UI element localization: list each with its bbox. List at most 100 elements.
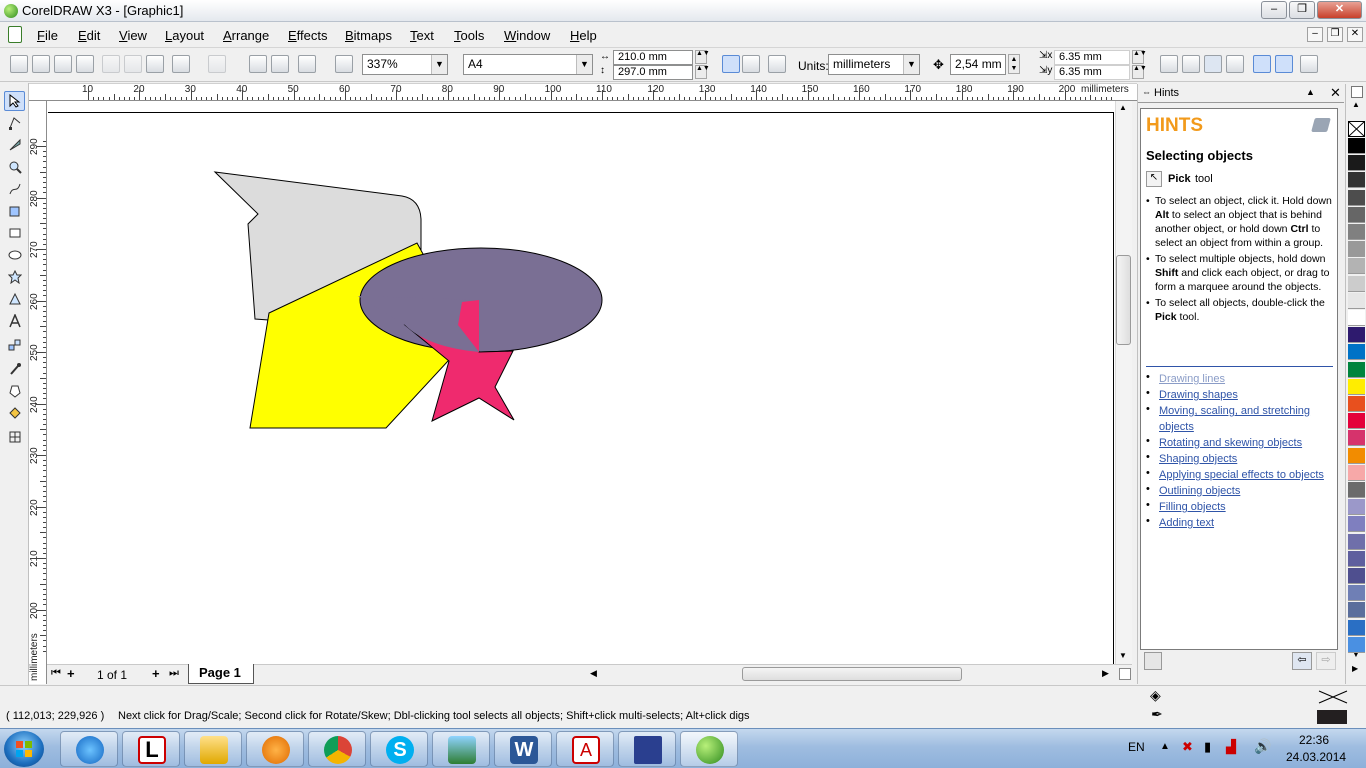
volume-icon[interactable]: 🔊 <box>1254 738 1271 755</box>
chevron-down-icon[interactable]: ▼ <box>903 55 919 74</box>
zoom-combo[interactable]: 337% ▼ <box>362 54 448 75</box>
cut-icon[interactable] <box>102 55 120 73</box>
taskbar-lingvo[interactable]: L <box>122 731 180 767</box>
document-icon[interactable] <box>8 26 22 43</box>
docker-close-icon[interactable]: ✕ <box>1330 85 1341 101</box>
color-swatch[interactable] <box>1348 533 1365 550</box>
hint-link[interactable]: Drawing shapes <box>1159 389 1238 401</box>
maximize-button[interactable]: ❐ <box>1289 1 1315 19</box>
color-swatch[interactable] <box>1348 482 1365 498</box>
taskbar-save[interactable] <box>618 731 676 767</box>
palette-flyout-icon[interactable] <box>1351 86 1363 98</box>
all-pages-icon[interactable] <box>768 55 786 73</box>
color-swatch[interactable] <box>1348 344 1365 361</box>
chevron-down-icon[interactable]: ▼ <box>431 55 447 74</box>
taskbar-coreldraw[interactable] <box>680 731 738 767</box>
hint-link[interactable]: Filling objects <box>1159 501 1226 513</box>
menu-help[interactable]: Help <box>570 28 597 43</box>
draw-options-icon[interactable] <box>1275 55 1293 73</box>
knife-tool-icon[interactable] <box>4 135 25 155</box>
interactive-fill-tool-icon[interactable] <box>4 427 25 447</box>
network-error-icon[interactable]: ✖ <box>1182 739 1193 755</box>
color-swatch[interactable] <box>1348 585 1365 602</box>
taskbar-skype[interactable]: S <box>370 731 428 767</box>
eyedropper-tool-icon[interactable] <box>4 359 25 379</box>
new-document-icon[interactable] <box>10 55 28 73</box>
first-page-icon[interactable]: ⏮ <box>51 667 61 680</box>
mdi-restore-button[interactable]: ❐ <box>1327 27 1343 42</box>
taskbar-photo-viewer[interactable] <box>432 731 490 767</box>
color-swatch[interactable] <box>1348 327 1365 344</box>
color-swatch[interactable] <box>1348 396 1365 412</box>
color-swatch[interactable] <box>1348 310 1365 326</box>
no-fill-swatch[interactable] <box>1348 121 1365 137</box>
menu-layout[interactable]: Layout <box>165 28 204 43</box>
color-swatch[interactable] <box>1348 224 1365 240</box>
color-swatch[interactable] <box>1348 138 1365 154</box>
paste-icon[interactable] <box>146 55 164 73</box>
dynamic-guides-icon[interactable] <box>1226 55 1244 73</box>
scroll-right-icon[interactable]: ▶ <box>1102 668 1109 679</box>
color-swatch[interactable] <box>1348 516 1365 533</box>
minimize-button[interactable]: ‒ <box>1261 1 1287 19</box>
hint-link[interactable]: Adding text <box>1159 517 1214 529</box>
duplicate-y-field[interactable]: 6.35 mm <box>1054 65 1130 80</box>
page-height-field[interactable]: 297.0 mm <box>613 65 693 80</box>
add-page-after-icon[interactable]: + <box>152 666 160 681</box>
import-icon[interactable] <box>249 55 267 73</box>
scroll-down-icon[interactable]: ▼ <box>1119 651 1127 660</box>
smart-fill-tool-icon[interactable] <box>4 201 25 221</box>
color-swatch[interactable] <box>1348 172 1365 189</box>
redo-icon[interactable] <box>208 55 226 73</box>
vertical-ruler[interactable]: 290 280 270 260 250 240 230 220 210 200 millimeter… <box>29 101 47 684</box>
color-swatch[interactable] <box>1348 499 1365 516</box>
color-swatch[interactable] <box>1348 619 1365 636</box>
color-swatch[interactable] <box>1348 258 1365 275</box>
signal-icon[interactable]: ▟ <box>1226 739 1236 755</box>
horizontal-scroll-thumb[interactable] <box>742 667 962 681</box>
menu-arrange[interactable]: Arrange <box>223 28 269 43</box>
polygon-tool-icon[interactable] <box>4 267 25 287</box>
drawing-canvas[interactable] <box>47 101 1115 664</box>
hint-home-icon[interactable] <box>1144 652 1162 670</box>
chevron-down-icon[interactable]: ▼ <box>576 55 592 74</box>
usb-icon[interactable]: ▮ <box>1204 739 1211 755</box>
outline-tool-icon[interactable] <box>4 381 25 401</box>
corel-online-icon[interactable] <box>335 55 353 73</box>
taskbar-ie[interactable] <box>60 731 118 767</box>
print-icon[interactable] <box>76 55 94 73</box>
clock-time[interactable]: 22:36 <box>1299 733 1329 747</box>
color-swatch[interactable] <box>1348 241 1365 258</box>
mdi-close-button[interactable]: ✕ <box>1347 27 1363 42</box>
freehand-tool-icon[interactable] <box>4 179 25 199</box>
taskbar-explorer[interactable] <box>184 731 242 767</box>
clock-date[interactable]: 24.03.2014 <box>1286 750 1346 764</box>
export-icon[interactable] <box>271 55 289 73</box>
hint-link[interactable]: Moving, scaling, and stretching objects <box>1159 405 1310 433</box>
menu-window[interactable]: Window <box>504 28 550 43</box>
nudge-field[interactable]: 2,54 mm <box>950 54 1006 75</box>
coreldraw-app-icon[interactable] <box>4 4 18 18</box>
vertical-scroll-thumb[interactable] <box>1116 255 1131 345</box>
taskbar-media-player[interactable] <box>246 731 304 767</box>
taskbar-chrome[interactable] <box>308 731 366 767</box>
color-swatch[interactable] <box>1348 206 1365 223</box>
snap-objects-icon[interactable] <box>1204 55 1222 73</box>
text-tool-icon[interactable] <box>4 311 25 331</box>
hint-link[interactable]: Rotating and skewing objects <box>1159 437 1302 449</box>
duplicate-x-field[interactable]: 6.35 mm <box>1054 50 1130 65</box>
fill-indicator-icon[interactable]: ◈ <box>1150 687 1161 704</box>
application-launcher-icon[interactable] <box>298 55 316 73</box>
basic-shapes-tool-icon[interactable] <box>4 289 25 309</box>
menu-view[interactable]: View <box>119 28 147 43</box>
snap-grid-icon[interactable] <box>1160 55 1178 73</box>
color-swatch[interactable] <box>1348 568 1365 584</box>
outline-indicator-icon[interactable]: ✒ <box>1151 706 1163 723</box>
menu-effects[interactable]: Effects <box>288 28 328 43</box>
navigator-icon[interactable] <box>1119 668 1131 680</box>
nudge-spinner[interactable]: ▲ ▼ <box>1008 54 1020 74</box>
copy-icon[interactable] <box>124 55 142 73</box>
rectangle-tool-icon[interactable] <box>4 223 25 243</box>
palette-scroll-up-icon[interactable]: ▲ <box>1352 100 1360 109</box>
taskbar-adobe-reader[interactable]: A <box>556 731 614 767</box>
